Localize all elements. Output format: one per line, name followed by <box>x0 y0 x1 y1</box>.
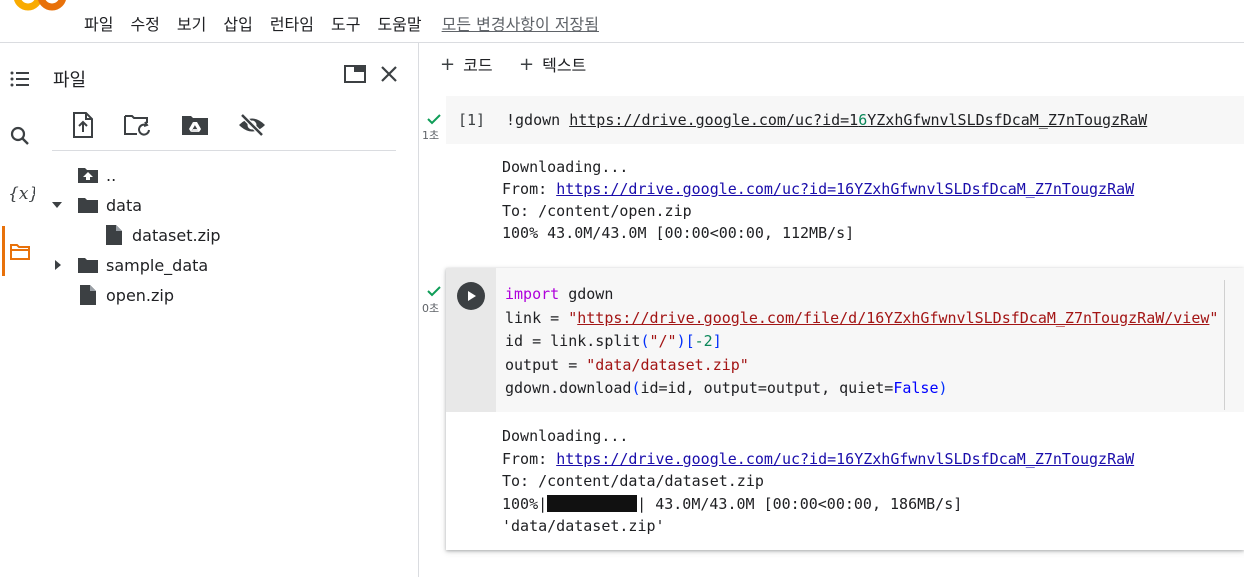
code-token: id = link.split <box>505 332 641 350</box>
files-folder-icon[interactable] <box>8 240 32 264</box>
menu-tools[interactable]: 도구 <box>331 11 360 35</box>
code-token: "data/dataset.zip" <box>586 355 749 374</box>
execution-count: [1] <box>458 111 486 129</box>
upload-file-icon[interactable] <box>68 110 98 140</box>
add-text-button[interactable]: + 텍스트 <box>519 52 586 76</box>
active-tab-indicator <box>2 226 5 276</box>
header-divider <box>0 42 1244 43</box>
tree-item-label: sample_data <box>106 255 209 275</box>
mount-drive-icon[interactable] <box>180 110 210 140</box>
open-in-tab-icon[interactable] <box>341 60 369 88</box>
folder-icon <box>76 253 100 277</box>
code-token: ] <box>712 332 722 350</box>
editor-scroll-edge <box>1224 280 1225 410</box>
hide-files-eye-icon[interactable] <box>237 110 267 140</box>
output-line: Downloading... <box>502 427 629 445</box>
code-token: gdown.download <box>505 379 632 397</box>
tree-item-label: open.zip <box>106 285 175 305</box>
code-token: import <box>505 285 560 303</box>
code-token: " <box>568 308 578 327</box>
expand-caret-down-icon[interactable] <box>50 198 64 212</box>
output-line: 100%| <box>502 494 548 513</box>
tree-item-label: .. <box>106 165 117 185</box>
code-token: "/" <box>649 332 677 350</box>
add-code-label: 코드 <box>463 56 493 75</box>
output-line: | 43.0M/43.0M [00:00<00:00, 186MB/s] <box>637 494 963 513</box>
code-url-part: YZxhGfwnvlSLDsfDcaM_Z7nTougzRaW <box>867 111 1148 129</box>
tree-parent-dir[interactable]: .. <box>76 162 116 188</box>
tree-folder-data[interactable]: data <box>76 192 142 218</box>
output-line: To: /content/open.zip <box>502 202 692 220</box>
code-token: [ <box>685 332 695 350</box>
cell-2-output: Downloading... From: https://drive.googl… <box>502 425 1134 538</box>
code-token: -2 <box>694 332 713 350</box>
add-text-label: 텍스트 <box>542 56 587 75</box>
execution-time: 1초 <box>422 129 440 142</box>
output-line: From: <box>502 180 557 198</box>
output-link[interactable]: https://drive.google.com/uc?id=16YZxhGfw… <box>556 450 1134 468</box>
variables-icon[interactable]: {x} <box>7 181 35 205</box>
files-panel-title: 파일 <box>53 70 87 91</box>
code-token: id=id, output=output, quiet= <box>640 379 894 397</box>
plus-icon: + <box>440 53 456 75</box>
refresh-folder-icon[interactable] <box>123 110 153 140</box>
play-icon <box>468 291 476 301</box>
output-line: From: <box>502 449 557 468</box>
code-url-part: https://drive.google.com/uc?id=1 <box>569 111 859 129</box>
cell-1-output: Downloading... From: https://drive.googl… <box>502 156 1134 244</box>
menu-file[interactable]: 파일 <box>84 11 113 35</box>
execution-time: 0초 <box>422 302 440 315</box>
output-result: 'data/dataset.zip' <box>502 517 665 536</box>
menu-view[interactable]: 보기 <box>177 11 206 35</box>
menu-help[interactable]: 도움말 <box>377 11 421 35</box>
code-token: ) <box>676 332 686 350</box>
output-line: To: /content/data/dataset.zip <box>502 472 764 491</box>
toc-icon[interactable] <box>8 67 32 91</box>
code-url[interactable]: https://drive.google.com/file/d/16YZxhGf… <box>577 309 1209 327</box>
success-check-icon <box>427 114 441 125</box>
run-cell-button[interactable] <box>457 282 485 310</box>
code-token: link = <box>505 308 569 327</box>
code-token: !gdown <box>506 111 570 129</box>
code-token: False <box>893 379 939 397</box>
code-url-digit: 6 <box>858 111 868 129</box>
svg-text:{x}: {x} <box>8 184 35 204</box>
file-icon <box>102 223 126 247</box>
download-progress-bar <box>547 494 638 512</box>
plus-icon: + <box>519 53 535 75</box>
menu-runtime[interactable]: 런타임 <box>270 11 314 35</box>
menu-bar: 파일 수정 보기 삽입 런타임 도구 도움말 모든 변경사항이 저장됨 <box>84 10 599 36</box>
code-token: ) <box>938 379 948 397</box>
code-editor[interactable]: import gdown link = "https://drive.googl… <box>505 283 1218 401</box>
menu-edit[interactable]: 수정 <box>130 11 159 35</box>
code-token: output = <box>505 355 587 374</box>
panel-toolbar-divider <box>52 150 396 151</box>
file-icon <box>76 283 100 307</box>
code-editor[interactable]: !gdown https://drive.google.com/uc?id=16… <box>506 111 1147 129</box>
tree-folder-sample-data[interactable]: sample_data <box>76 252 208 278</box>
code-token: gdown <box>559 285 614 303</box>
output-line: 100% 43.0M/43.0M [00:00<00:00, 112MB/s] <box>502 224 855 242</box>
colab-logo[interactable] <box>14 0 68 16</box>
add-code-button[interactable]: + 코드 <box>440 52 493 76</box>
code-token: ( <box>640 332 650 350</box>
code-cell-1[interactable]: [1] !gdown https://drive.google.com/uc?i… <box>446 96 1244 144</box>
code-url[interactable]: https://drive.google.com/uc?id=16YZxhGfw… <box>569 111 1147 129</box>
output-line: Downloading... <box>502 158 629 176</box>
search-icon[interactable] <box>8 124 32 148</box>
tree-file-open-zip[interactable]: open.zip <box>76 282 174 308</box>
tree-file-dataset-zip[interactable]: dataset.zip <box>102 222 221 248</box>
close-icon[interactable] <box>375 60 403 88</box>
tree-item-label: data <box>106 195 143 215</box>
output-link[interactable]: https://drive.google.com/uc?id=16YZxhGfw… <box>556 180 1134 198</box>
parent-folder-icon <box>76 163 100 187</box>
folder-icon <box>76 193 100 217</box>
success-check-icon <box>427 286 441 297</box>
menu-insert[interactable]: 삽입 <box>223 11 252 35</box>
code-token: " <box>1209 308 1219 327</box>
expand-caret-right-icon[interactable] <box>51 258 65 272</box>
tree-item-label: dataset.zip <box>132 225 221 245</box>
panel-divider <box>418 43 419 577</box>
saved-status[interactable]: 모든 변경사항이 저장됨 <box>442 11 599 35</box>
